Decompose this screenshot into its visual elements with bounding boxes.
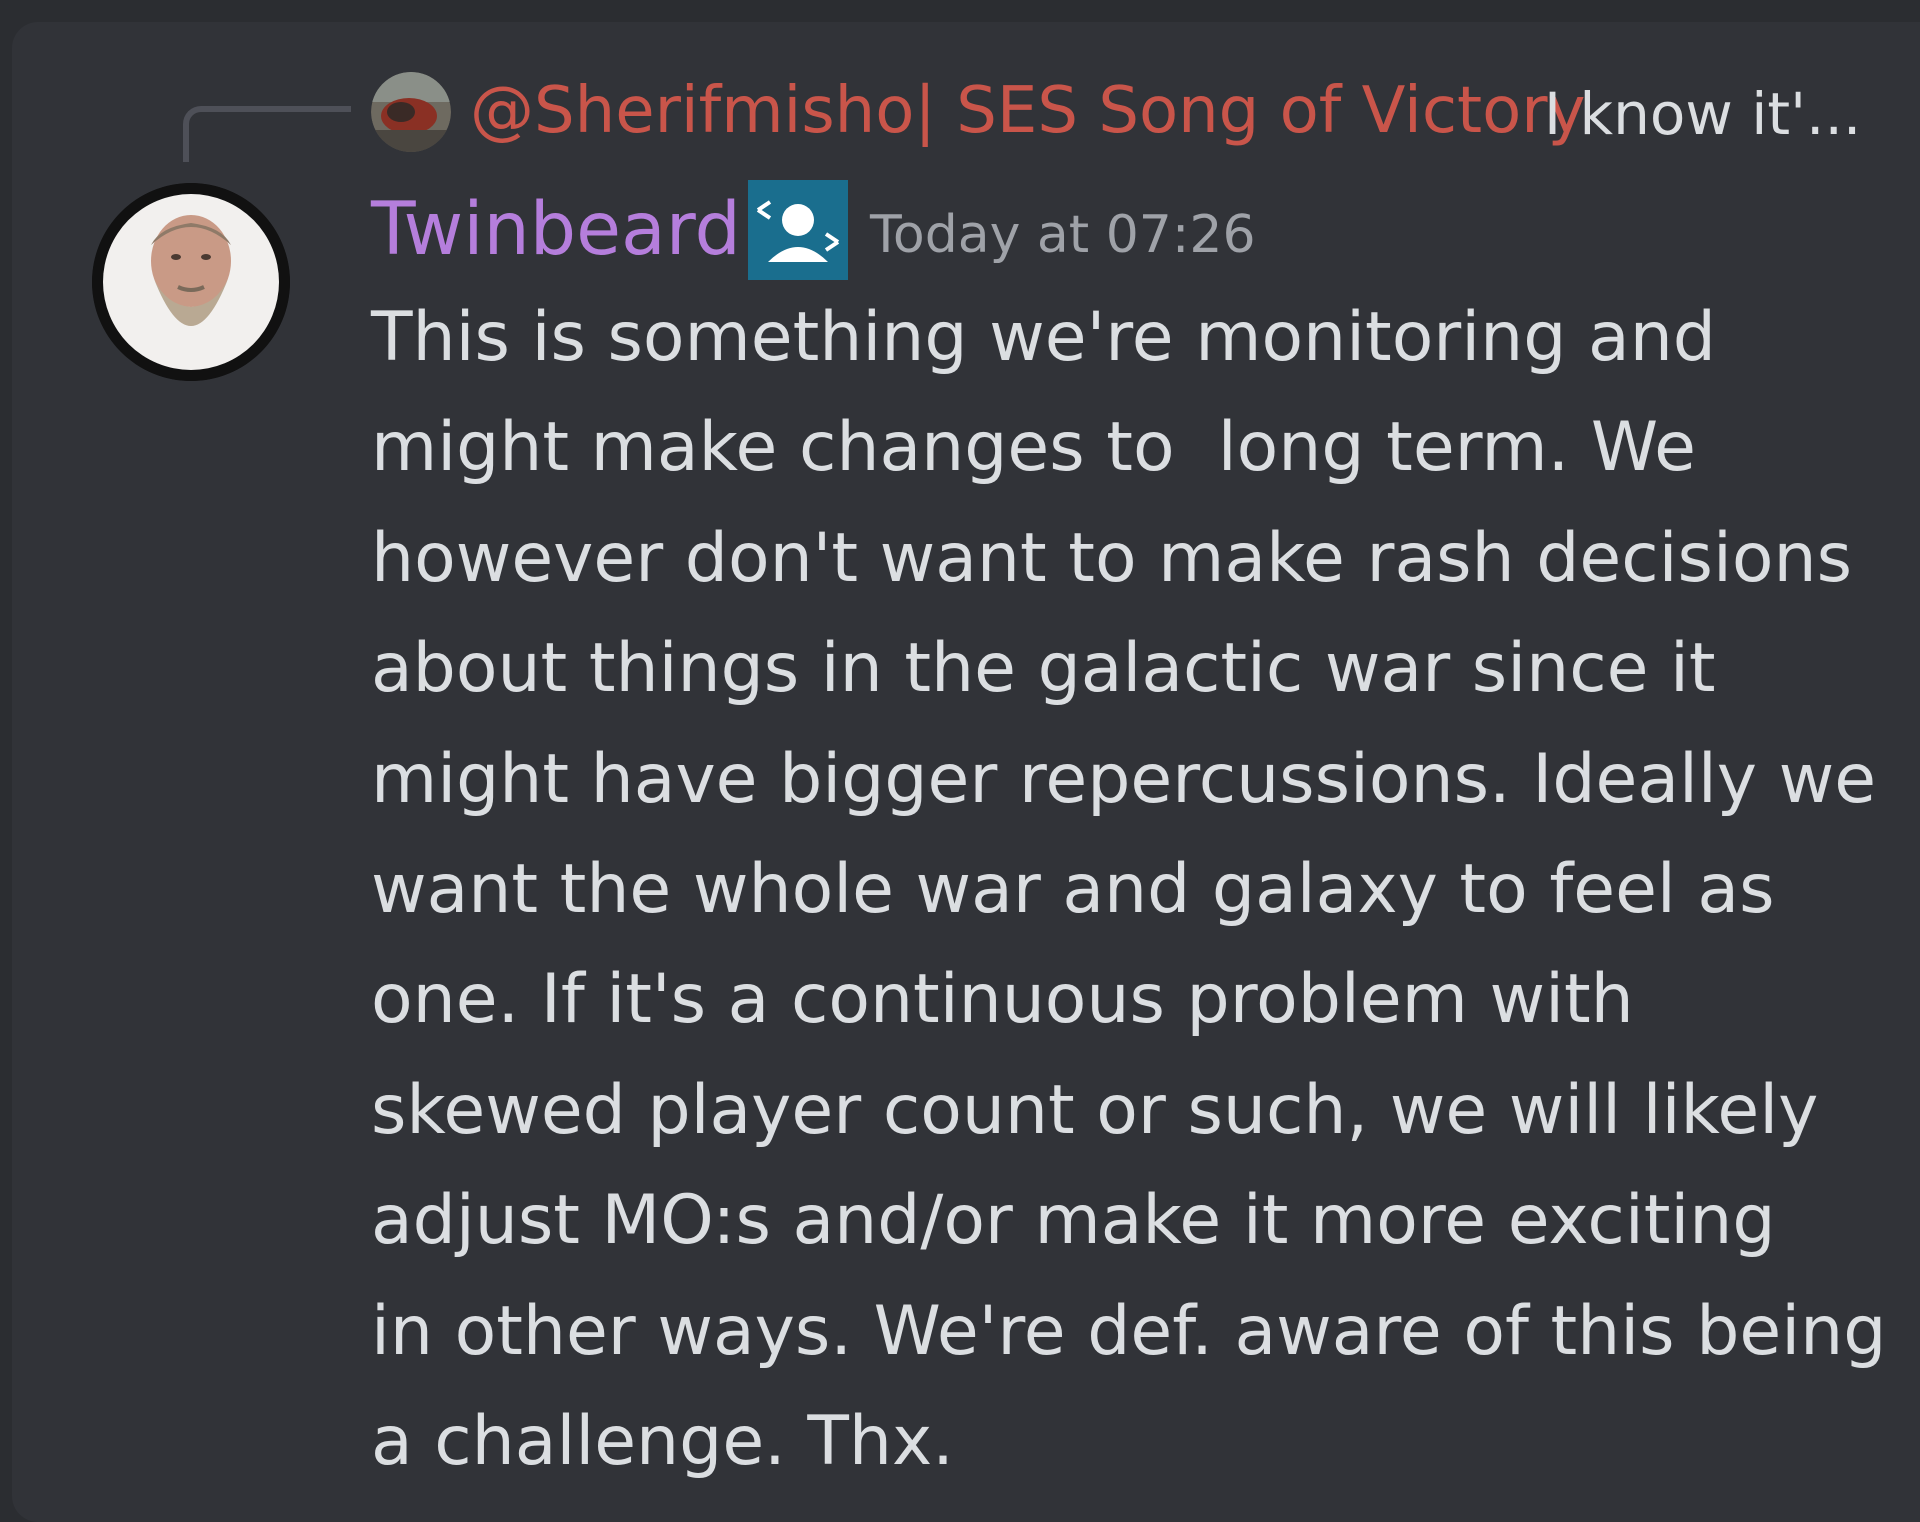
reply-author-avatar[interactable] — [371, 72, 451, 152]
reply-preview-text[interactable]: I know it'... — [1544, 76, 1861, 152]
message-author-name[interactable]: Twinbeard — [371, 182, 741, 278]
message-line: in other ways. We're def. aware of this … — [371, 1291, 1887, 1371]
message-line: about things in the galactic war since i… — [371, 629, 1716, 709]
message-line: one. If it's a continuous problem with — [371, 960, 1634, 1040]
message-line: a challenge. Thx. — [371, 1402, 954, 1482]
message-line: want the whole war and galaxy to feel as — [371, 850, 1775, 930]
message-line: skewed player count or such, we will lik… — [371, 1070, 1819, 1150]
avatar[interactable] — [92, 183, 290, 381]
message-line: This is something we're monitoring and — [371, 298, 1716, 377]
message-timestamp[interactable]: Today at 07:26 — [870, 200, 1256, 270]
role-badge-icon[interactable] — [748, 180, 848, 280]
message-content: This is something we're monitoring and m… — [371, 283, 1901, 1497]
message-line: however don't want to make rash decision… — [371, 518, 1852, 598]
reply-author-name[interactable]: @Sherifmisho| SES Song of Victory — [470, 66, 1585, 156]
message-line: adjust MO:s and/or make it more exciting — [371, 1181, 1776, 1261]
message-line: might have bigger repercussions. Ideally… — [371, 739, 1877, 819]
message-line: might make changes to long term. We — [371, 408, 1696, 488]
reply-spine — [183, 106, 351, 162]
